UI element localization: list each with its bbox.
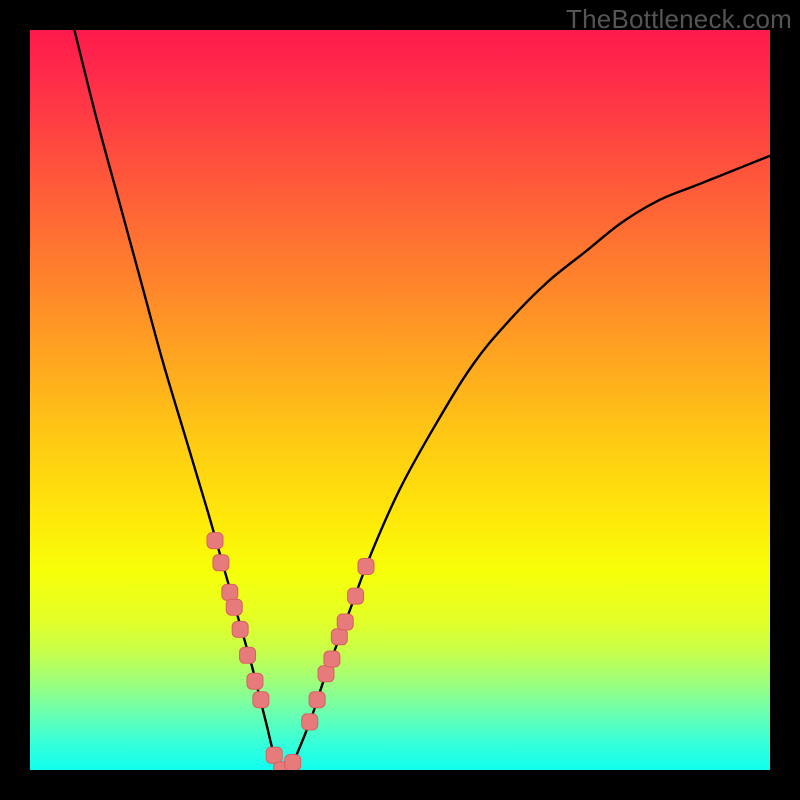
plot-area bbox=[30, 30, 770, 770]
chart-frame: TheBottleneck.com bbox=[0, 0, 800, 800]
curve-marker bbox=[309, 692, 325, 708]
marker-group bbox=[207, 533, 374, 770]
curve-marker bbox=[247, 673, 263, 689]
curve-marker bbox=[222, 584, 238, 600]
watermark-text: TheBottleneck.com bbox=[566, 4, 792, 35]
curve-marker bbox=[285, 755, 301, 770]
curve-marker bbox=[318, 666, 334, 682]
curve-marker bbox=[337, 614, 353, 630]
bottleneck-curve bbox=[74, 30, 770, 770]
curve-marker bbox=[348, 588, 364, 604]
curve-marker bbox=[207, 533, 223, 549]
curve-marker bbox=[213, 555, 229, 571]
curve-marker bbox=[358, 559, 374, 575]
curve-marker bbox=[302, 714, 318, 730]
curve-marker bbox=[324, 651, 340, 667]
curve-marker bbox=[266, 747, 282, 763]
curve-marker bbox=[240, 647, 256, 663]
curve-marker bbox=[232, 621, 248, 637]
curve-marker bbox=[331, 629, 347, 645]
bottleneck-chart-svg bbox=[30, 30, 770, 770]
curve-marker bbox=[253, 692, 269, 708]
curve-marker bbox=[226, 599, 242, 615]
